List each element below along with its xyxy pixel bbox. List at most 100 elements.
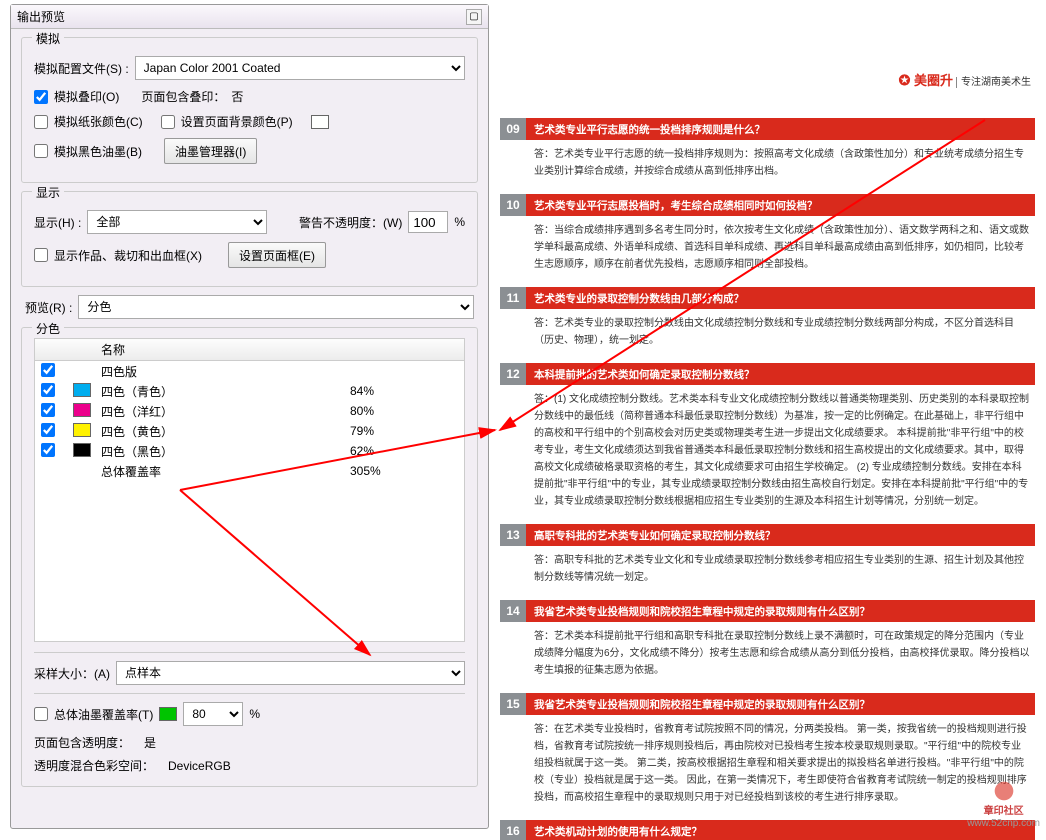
question-number: 15 bbox=[500, 693, 526, 715]
question-number: 14 bbox=[500, 600, 526, 622]
profile-label: 模拟配置文件(S) : bbox=[34, 60, 129, 77]
color-swatch bbox=[73, 383, 91, 397]
sep-value: 62% bbox=[344, 444, 464, 458]
table-row[interactable]: 四色（青色） 84% bbox=[35, 381, 464, 401]
question-number: 11 bbox=[500, 287, 526, 309]
question-header: 14 我省艺术类专业投档规则和院校招生章程中规定的录取规则有什么区别？ bbox=[500, 600, 1035, 622]
sep-row-checkbox[interactable] bbox=[41, 423, 55, 437]
sep-value: 80% bbox=[344, 404, 464, 418]
sep-value: 84% bbox=[344, 384, 464, 398]
set-bg-checkbox[interactable] bbox=[161, 115, 175, 129]
profile-select[interactable]: Japan Color 2001 Coated bbox=[135, 56, 465, 80]
sep-row-checkbox[interactable] bbox=[41, 363, 55, 377]
warn-unit: % bbox=[454, 215, 465, 229]
question-number: 10 bbox=[500, 194, 526, 216]
show-label: 显示(H) : bbox=[34, 214, 81, 231]
section-sep-title: 分色 bbox=[32, 320, 64, 337]
sep-name: 四色（洋红） bbox=[95, 403, 344, 420]
show-trim-label: 显示作品、裁切和出血框(X) bbox=[54, 247, 202, 264]
sample-select[interactable]: 点样本 bbox=[116, 661, 465, 685]
pagebox-button[interactable]: 设置页面框(E) bbox=[228, 242, 326, 268]
sep-value: 79% bbox=[344, 424, 464, 438]
table-row[interactable]: 四色（洋红） 80% bbox=[35, 401, 464, 421]
question-number: 13 bbox=[500, 524, 526, 546]
set-bg-label: 设置页面背景颜色(P) bbox=[181, 113, 293, 130]
sim-black-checkbox[interactable] bbox=[34, 144, 48, 158]
question-title: 艺术类机动计划的使用有什么规定？ bbox=[534, 824, 702, 839]
show-select[interactable]: 全部 bbox=[87, 210, 267, 234]
document-preview: ✪ 美圈升专注湖南美术生 09 艺术类专业平行志愿的统一投档排序规则是什么？ 答：艺… bbox=[500, 0, 1045, 840]
table-row[interactable]: 四色（黄色） 79% bbox=[35, 421, 464, 441]
sep-row-checkbox[interactable] bbox=[41, 403, 55, 417]
question-body: 答：艺术类本科提前批平行组和高职专科批在录取控制分数线上录不满额时，可在政策规定… bbox=[500, 622, 1035, 687]
section-disp-title: 显示 bbox=[32, 184, 64, 201]
brand-logo: ✪ 美圈升专注湖南美术生 bbox=[899, 70, 1031, 89]
sep-row-checkbox[interactable] bbox=[41, 383, 55, 397]
question-body: 答：当综合成绩排序遇到多名考生同分时，依次按考生文化成绩（含政策性加分）、语文数… bbox=[500, 216, 1035, 281]
sep-row-checkbox[interactable] bbox=[41, 443, 55, 457]
question-header: 11 艺术类专业的录取控制分数线由几部分构成？ bbox=[500, 287, 1035, 309]
question-body: 答：高职专科批的艺术类专业文化和专业成绩录取控制分数线参考相应招生专业类别的生源… bbox=[500, 546, 1035, 594]
question-header: 09 艺术类专业平行志愿的统一投档排序规则是什么？ bbox=[500, 118, 1035, 140]
close-icon[interactable]: ▢ bbox=[466, 9, 482, 25]
total-coverage-label: 总体覆盖率 bbox=[95, 463, 344, 480]
total-coverage-value: 305% bbox=[344, 464, 464, 478]
overprint-label: 模拟叠印(O) bbox=[54, 88, 119, 105]
alpha-value: 是 bbox=[144, 734, 156, 751]
question-header: 16 艺术类机动计划的使用有什么规定？ bbox=[500, 820, 1035, 840]
total-ink-unit: % bbox=[249, 707, 260, 721]
ink-manager-button[interactable]: 油墨管理器(I) bbox=[164, 138, 257, 164]
show-trim-checkbox[interactable] bbox=[34, 248, 48, 262]
question-body: 答：艺术类专业的录取控制分数线由文化成绩控制分数线和专业成绩控制分数线两部分构成… bbox=[500, 309, 1035, 357]
preview-label: 预览(R) : bbox=[25, 299, 72, 316]
total-ink-checkbox[interactable] bbox=[34, 707, 48, 721]
question-number: 16 bbox=[500, 820, 526, 840]
sim-paper-label: 模拟纸张颜色(C) bbox=[54, 113, 143, 130]
overprint-checkbox[interactable] bbox=[34, 90, 48, 104]
question-number: 09 bbox=[500, 118, 526, 140]
warn-label: 警告不透明度：(W) bbox=[299, 214, 402, 231]
preview-select[interactable]: 分色 bbox=[78, 295, 474, 319]
question-body: 答：在艺术类专业投档时，省教育考试院按照不同的情况，分两类投档。 第一类，按我省… bbox=[500, 715, 1035, 814]
sep-name: 四色（黄色） bbox=[95, 423, 344, 440]
total-ink-value[interactable]: 80 bbox=[183, 702, 243, 726]
color-swatch bbox=[73, 443, 91, 457]
section-sim-title: 模拟 bbox=[32, 30, 64, 47]
sample-label: 采样大小：(A) bbox=[34, 665, 110, 682]
blend-value: DeviceRGB bbox=[168, 759, 231, 773]
sep-name: 四色版 bbox=[95, 363, 344, 380]
col-name-header: 名称 bbox=[95, 341, 344, 358]
total-ink-swatch[interactable] bbox=[159, 707, 177, 721]
question-title: 本科提前批的艺术类如何确定录取控制分数线？ bbox=[534, 367, 755, 382]
bg-color-swatch[interactable] bbox=[311, 115, 329, 129]
question-header: 15 我省艺术类专业投档规则和院校招生章程中规定的录取规则有什么区别？ bbox=[500, 693, 1035, 715]
question-body: 答：艺术类专业平行志愿的统一投档排序规则为：按照高考文化成绩（含政策性加分）和专… bbox=[500, 140, 1035, 188]
question-title: 我省艺术类专业投档规则和院校招生章程中规定的录取规则有什么区别？ bbox=[534, 604, 870, 619]
color-swatch bbox=[73, 423, 91, 437]
question-header: 13 高职专科批的艺术类专业如何确定录取控制分数线？ bbox=[500, 524, 1035, 546]
question-title: 艺术类专业平行志愿投档时，考生综合成绩相同时如何投档？ bbox=[534, 198, 818, 213]
dialog-title: 输出预览 bbox=[17, 8, 466, 25]
question-body: 答：(1) 文化成绩控制分数线。艺术类本科专业文化成绩控制分数线以普通类物理类别… bbox=[500, 385, 1035, 518]
question-number: 12 bbox=[500, 363, 526, 385]
sim-black-label: 模拟黑色油墨(B) bbox=[54, 143, 142, 160]
table-row[interactable]: 四色（黑色） 62% bbox=[35, 441, 464, 461]
table-row[interactable]: 四色版 bbox=[35, 361, 464, 381]
alpha-label: 页面包含透明度： bbox=[34, 734, 130, 751]
watermark-icon bbox=[987, 776, 1021, 806]
question-title: 我省艺术类专业投档规则和院校招生章程中规定的录取规则有什么区别？ bbox=[534, 697, 870, 712]
warn-input[interactable] bbox=[408, 211, 448, 233]
question-title: 艺术类专业平行志愿的统一投档排序规则是什么？ bbox=[534, 122, 765, 137]
page-overprint-value: 否 bbox=[231, 88, 243, 105]
question-header: 10 艺术类专业平行志愿投档时，考生综合成绩相同时如何投档？ bbox=[500, 194, 1035, 216]
blend-label: 透明度混合色彩空间： bbox=[34, 757, 154, 774]
question-title: 艺术类专业的录取控制分数线由几部分构成？ bbox=[534, 291, 744, 306]
question-header: 12 本科提前批的艺术类如何确定录取控制分数线？ bbox=[500, 363, 1035, 385]
sep-name: 四色（黑色） bbox=[95, 443, 344, 460]
sim-paper-checkbox[interactable] bbox=[34, 115, 48, 129]
color-swatch bbox=[73, 403, 91, 417]
total-ink-label: 总体油墨覆盖率(T) bbox=[54, 706, 153, 723]
page-overprint-label: 页面包含叠印： bbox=[141, 88, 225, 105]
question-title: 高职专科批的艺术类专业如何确定录取控制分数线？ bbox=[534, 528, 776, 543]
sep-name: 四色（青色） bbox=[95, 383, 344, 400]
